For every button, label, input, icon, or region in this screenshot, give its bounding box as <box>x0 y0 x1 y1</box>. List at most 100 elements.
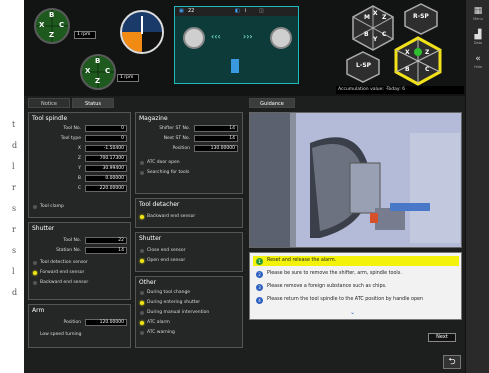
field-label: B <box>77 176 81 181</box>
view-icon: ▣ <box>179 8 184 14</box>
close-end-lamp <box>140 249 144 253</box>
guidance-step[interactable]: 1 Reset and release the alarm. <box>253 256 459 266</box>
margin-glyph: t <box>12 120 16 129</box>
guidance-step[interactable]: 2 Please be sure to remove the shifter, a… <box>253 269 459 279</box>
guidance-step[interactable]: 3 Please remove a foreign substance such … <box>253 282 459 292</box>
dial-letter: X <box>85 67 91 75</box>
r-spindle-label: R-SP <box>413 13 429 20</box>
return-icon[interactable]: ⮌ <box>443 355 461 369</box>
axis-dial-lower: B X C Z <box>80 54 116 90</box>
step-text: Please return the tool spindle to the AT… <box>267 297 424 302</box>
field-label: Z <box>77 156 81 161</box>
field-label: Tool No. <box>63 238 81 243</box>
field-label: Tool No. <box>63 126 81 131</box>
panel-title: Arm <box>32 307 45 314</box>
machine-view[interactable]: ▣ 22 ◧ i ◫ ‹‹‹ ››› <box>174 6 299 84</box>
atc-alarm-lamp <box>140 321 144 325</box>
entering-shutter-lamp <box>140 301 144 305</box>
step-text: Please be sure to remove the shifter, ar… <box>267 271 402 276</box>
b-axis-value: 0.00000 <box>85 175 127 182</box>
next-button[interactable]: Next <box>428 333 456 342</box>
lamp-label: During tool change <box>147 290 191 295</box>
right-spindle-chuck <box>270 27 292 49</box>
double-left-icon[interactable]: «Hide <box>469 54 487 74</box>
tool-caption: Menu <box>473 17 483 21</box>
tool-detection-lamp <box>33 261 37 265</box>
z-axis-value: 700.17300 <box>85 155 127 162</box>
info-icon: ◧ <box>235 8 240 14</box>
hex-letter: Z <box>382 14 387 21</box>
magazine-position-value: 130.00000 <box>194 145 238 152</box>
scroll-down-icon[interactable]: ⌄ <box>350 309 355 316</box>
tool-spindle-panel: Tool spindle Tool No. 0 Tool type 0 X -1.50… <box>28 112 131 218</box>
lamp-label: Close end sensor <box>147 248 186 253</box>
lamp-label: Backward end sensor <box>40 280 89 285</box>
station-no-value: 14 <box>85 247 127 254</box>
lamp-label: Open end sensor <box>147 258 186 263</box>
field-label: Station No. <box>56 248 81 253</box>
tool-marker <box>231 59 239 73</box>
tool-caption: Data <box>473 41 483 45</box>
field-label: Shifter ST No. <box>159 126 190 131</box>
lamp-label: Forward end sensor <box>40 270 85 275</box>
guidance-message-list: 1 Reset and release the alarm. 2 Please be… <box>249 252 462 320</box>
guidance-step[interactable]: 4 Please return the tool spindle to the A… <box>253 295 459 305</box>
field-label: Position <box>172 146 190 151</box>
step-text: Please remove a foreign substance such a… <box>267 284 387 289</box>
tab-status[interactable]: Status <box>72 98 114 108</box>
field-label: Position <box>63 320 81 325</box>
tool-detacher-panel: Tool detacher Backward end sensor <box>135 198 243 228</box>
margin-glyph: d <box>12 141 18 150</box>
lamp-label: ATC alarm <box>147 320 170 325</box>
tool-no-value: 0 <box>85 125 127 132</box>
chevrons-right-icon: ››› <box>243 32 253 41</box>
tool-type-value: 0 <box>85 135 127 142</box>
lamp-label: During entering shutter <box>147 300 201 305</box>
y-axis-value: 30.99400 <box>85 165 127 172</box>
view-toolbar: ▣ 22 ◧ i ◫ <box>175 7 298 16</box>
dial-letter: B <box>49 11 55 19</box>
dial-letter: Z <box>95 77 101 85</box>
shutter-panel: Shutter Tool No. 22 Station No. 14 Tool de… <box>28 222 131 300</box>
field-label: Tool type <box>60 136 81 141</box>
lamp-label: Tool detection sensor <box>40 260 88 265</box>
margin-glyph: l <box>12 267 15 276</box>
tool-caption: Hide <box>474 65 482 69</box>
step-number: 3 <box>256 284 263 291</box>
dial-letter: X <box>39 21 45 29</box>
panel-title: Other <box>139 279 157 286</box>
step-number: 1 <box>256 258 263 265</box>
atc-status-screen: B X C Z 1 rpm B X C Z 1 rpm ▣ 22 ◧ i ◫ ‹… <box>24 0 465 373</box>
spindle-speed-readout: 1 rpm <box>74 31 96 39</box>
machine-3d-illustration <box>250 113 461 247</box>
magazine-panel: Magazine Shifter ST No. 14 Next ST No. 14 … <box>135 112 243 194</box>
grid-icon[interactable]: ▦ Menu <box>469 6 487 26</box>
lamp-label: Backward end sensor <box>147 214 196 219</box>
axis-hex-active[interactable] <box>392 36 444 86</box>
margin-glyph: r <box>12 183 16 192</box>
panel-title: Magazine <box>139 115 168 122</box>
accumulation-value: Accumulation value: -Today: 6 <box>336 86 464 94</box>
margin-glyph: d <box>12 288 18 297</box>
l-spindle-label: L-SP <box>356 62 372 69</box>
panel-title: Tool spindle <box>32 115 68 122</box>
tab-notice[interactable]: Notice <box>28 98 70 108</box>
c-axis-value: 220.00000 <box>85 185 127 192</box>
step-number: 4 <box>256 297 263 304</box>
x-axis-value: -1.50400 <box>85 145 127 152</box>
shutter-tool-no-value: 22 <box>85 237 127 244</box>
margin-glyph: s <box>12 204 17 213</box>
tab-guidance[interactable]: Guidance <box>249 98 295 108</box>
lamp-label: ATC warning <box>147 330 175 335</box>
arm-panel: Arm Position 120.00000 Low speed turning <box>28 304 131 348</box>
hex-letter: M <box>364 14 370 21</box>
forward-end-lamp <box>33 271 37 275</box>
view-info: i <box>245 8 247 14</box>
step-text: Reset and release the alarm. <box>267 258 337 263</box>
hex-letter: C <box>425 66 430 73</box>
left-margin-strip: t d l r s r s l d <box>0 0 24 373</box>
hex-letter: X <box>405 49 410 56</box>
shifter-st-no-value: 14 <box>194 125 238 132</box>
axis-dial-upper: B X C Z <box>34 8 70 44</box>
chart-icon[interactable]: ▟ Data <box>469 30 487 50</box>
